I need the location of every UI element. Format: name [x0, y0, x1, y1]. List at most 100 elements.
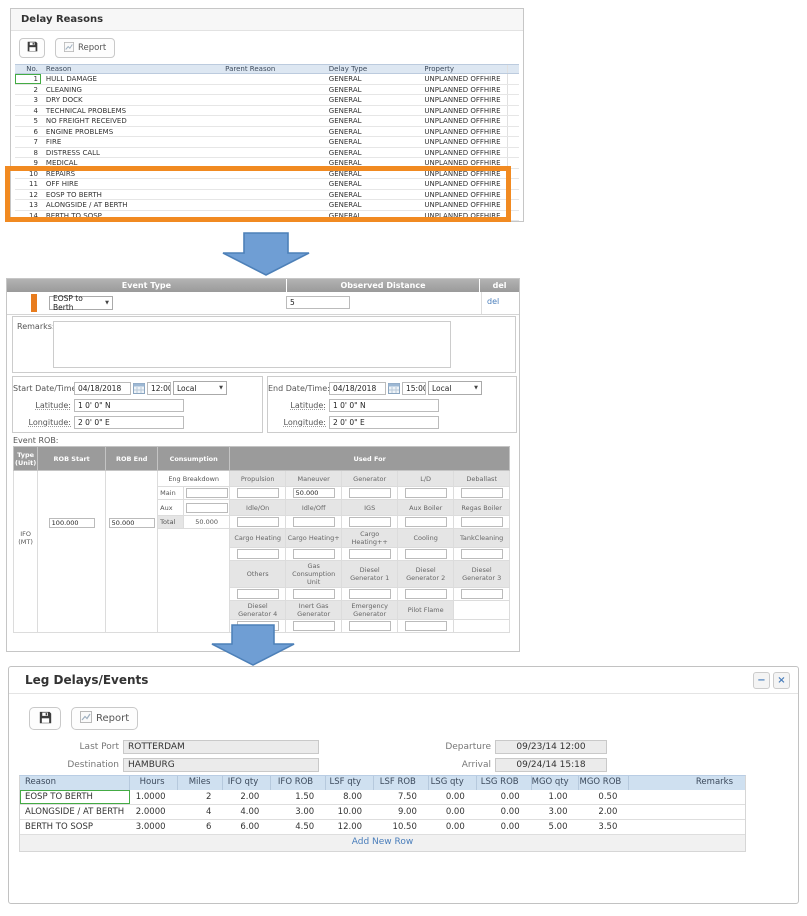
event-type-select[interactable]: EOSP to Berth ▼ [49, 296, 113, 310]
rob-value-input[interactable] [237, 589, 279, 599]
start-latitude-input[interactable] [74, 399, 184, 412]
rob-value-input[interactable] [349, 549, 391, 559]
leg-column-header[interactable]: Remarks [629, 776, 745, 790]
rob-value-input[interactable] [461, 517, 503, 527]
minimize-button[interactable]: − [753, 672, 770, 689]
rob-type-unit-label: IFO (MT) [15, 530, 36, 546]
leg-delay-row[interactable]: EOSP TO BERTH1.000022.001.508.007.500.00… [20, 790, 745, 805]
delay-reasons-table-body: 1HULL DAMAGEGENERALUNPLANNED OFFHIRE2CLE… [15, 74, 519, 221]
start-longitude-input[interactable] [74, 416, 184, 429]
leg-delay-row[interactable]: ALONGSIDE / AT BERTH2.000044.003.0010.00… [20, 805, 745, 820]
end-timezone-select[interactable]: Local ▼ [428, 381, 482, 395]
rob-end-input[interactable] [109, 518, 155, 528]
rob-value-input[interactable] [405, 517, 447, 527]
rob-value-input[interactable] [293, 621, 335, 631]
delay-reason-row[interactable]: 8DISTRESS CALLGENERALUNPLANNED OFFHIRE [15, 148, 519, 159]
rob-value-input[interactable] [237, 517, 279, 527]
report-button[interactable]: Report [55, 38, 115, 58]
leg-delay-row[interactable]: BERTH TO SOSP3.000066.004.5012.0010.500.… [20, 820, 745, 835]
rob-value-input[interactable] [293, 549, 335, 559]
row-number-cell: 8 [15, 148, 41, 158]
arrival-field[interactable] [495, 758, 607, 772]
delete-row-link[interactable]: del [487, 297, 499, 306]
rob-value-input[interactable] [461, 488, 503, 498]
rob-value-input[interactable] [405, 549, 447, 559]
leg-column-header[interactable]: LSG ROB [477, 776, 532, 790]
add-new-row-link[interactable]: Add New Row [20, 835, 745, 851]
leg-column-header[interactable]: MGO qty [532, 776, 580, 790]
delay-reason-row[interactable]: 11OFF HIREGENERALUNPLANNED OFFHIRE [15, 179, 519, 190]
rob-start-input[interactable] [49, 518, 95, 528]
rob-value-input[interactable] [405, 488, 447, 498]
save-button[interactable] [19, 38, 45, 58]
rob-value-input[interactable] [349, 517, 391, 527]
start-date-input[interactable] [74, 382, 131, 395]
start-timezone-select[interactable]: Local ▼ [173, 381, 227, 395]
leg-column-header[interactable]: IFO ROB [271, 776, 326, 790]
column-header-no[interactable]: No. [15, 65, 41, 73]
leg-column-header[interactable]: MGO ROB [579, 776, 629, 790]
leg-column-header[interactable]: LSF ROB [374, 776, 429, 790]
leg-column-header[interactable]: Hours [130, 776, 178, 790]
column-header-reason[interactable]: Reason [41, 65, 222, 73]
row-spacer-cell [507, 190, 519, 200]
column-header-delay-type[interactable]: Delay Type [319, 65, 419, 73]
column-header-property[interactable]: Property [418, 65, 507, 73]
observed-distance-input[interactable] [286, 296, 350, 309]
destination-field[interactable] [123, 758, 319, 772]
last-port-field[interactable] [123, 740, 319, 754]
delay-reason-row[interactable]: 2CLEANINGGENERALUNPLANNED OFFHIRE [15, 85, 519, 96]
calendar-icon[interactable] [388, 383, 400, 394]
rob-value-input[interactable] [405, 621, 447, 631]
remarks-textarea[interactable] [53, 321, 451, 368]
leg-cell: 4.00 [223, 805, 271, 819]
delay-reason-row[interactable]: 10REPAIRSGENERALUNPLANNED OFFHIRE [15, 169, 519, 180]
rob-value-input[interactable] [461, 589, 503, 599]
leg-table-body: EOSP TO BERTH1.000022.001.508.007.500.00… [20, 790, 745, 835]
leg-column-header[interactable]: IFO qty [223, 776, 271, 790]
rob-value-input[interactable] [293, 589, 335, 599]
leg-column-header[interactable]: Reason [20, 776, 130, 790]
calendar-icon[interactable] [133, 383, 145, 394]
consumption-main-input[interactable] [186, 488, 228, 498]
delay-reason-row[interactable]: 14BERTH TO SOSPGENERALUNPLANNED OFFHIRE [15, 211, 519, 222]
property-cell: UNPLANNED OFFHIRE [418, 85, 507, 95]
rob-value-input[interactable] [237, 488, 279, 498]
rob-value-input[interactable] [349, 488, 391, 498]
delay-type-cell: GENERAL [319, 85, 419, 95]
used-for-label: Cooling [398, 529, 454, 548]
leg-column-header[interactable]: LSG qty [429, 776, 477, 790]
parent-reason-cell [222, 190, 319, 200]
close-button[interactable]: × [773, 672, 790, 689]
rob-value-input[interactable] [237, 549, 279, 559]
delay-reason-row[interactable]: 1HULL DAMAGEGENERALUNPLANNED OFFHIRE [15, 74, 519, 85]
delay-reason-row[interactable]: 6ENGINE PROBLEMSGENERALUNPLANNED OFFHIRE [15, 127, 519, 138]
rob-value-input[interactable] [293, 488, 335, 498]
rob-value-input[interactable] [293, 517, 335, 527]
column-header-parent-reason[interactable]: Parent Reason [222, 65, 319, 73]
departure-field[interactable] [495, 740, 607, 754]
delay-reason-row[interactable]: 3DRY DOCKGENERALUNPLANNED OFFHIRE [15, 95, 519, 106]
delay-reason-row[interactable]: 4TECHNICAL PROBLEMSGENERALUNPLANNED OFFH… [15, 106, 519, 117]
reason-cell: DRY DOCK [41, 95, 222, 105]
leg-column-header[interactable]: Miles [178, 776, 224, 790]
rob-value-input[interactable] [349, 621, 391, 631]
rob-value-input[interactable] [405, 589, 447, 599]
rob-value-input[interactable] [349, 589, 391, 599]
delay-reason-row[interactable]: 7FIREGENERALUNPLANNED OFFHIRE [15, 137, 519, 148]
consumption-aux-input[interactable] [186, 503, 228, 513]
delay-reason-row[interactable]: 12EOSP TO BERTHGENERALUNPLANNED OFFHIRE [15, 190, 519, 201]
end-time-input[interactable] [402, 382, 426, 395]
start-time-input[interactable] [147, 382, 171, 395]
delay-reason-row[interactable]: 13ALONGSIDE / AT BERTHGENERALUNPLANNED O… [15, 200, 519, 211]
delay-reason-row[interactable]: 9MEDICALGENERALUNPLANNED OFFHIRE [15, 158, 519, 169]
end-latitude-input[interactable] [329, 399, 439, 412]
save-button[interactable] [29, 707, 61, 730]
end-date-input[interactable] [329, 382, 386, 395]
delay-reason-row[interactable]: 5NO FREIGHT RECEIVEDGENERALUNPLANNED OFF… [15, 116, 519, 127]
report-button[interactable]: Report [71, 707, 138, 730]
rob-value-input[interactable] [461, 549, 503, 559]
end-longitude-input[interactable] [329, 416, 439, 429]
leg-cell: 4 [178, 805, 224, 819]
leg-column-header[interactable]: LSF qty [326, 776, 374, 790]
